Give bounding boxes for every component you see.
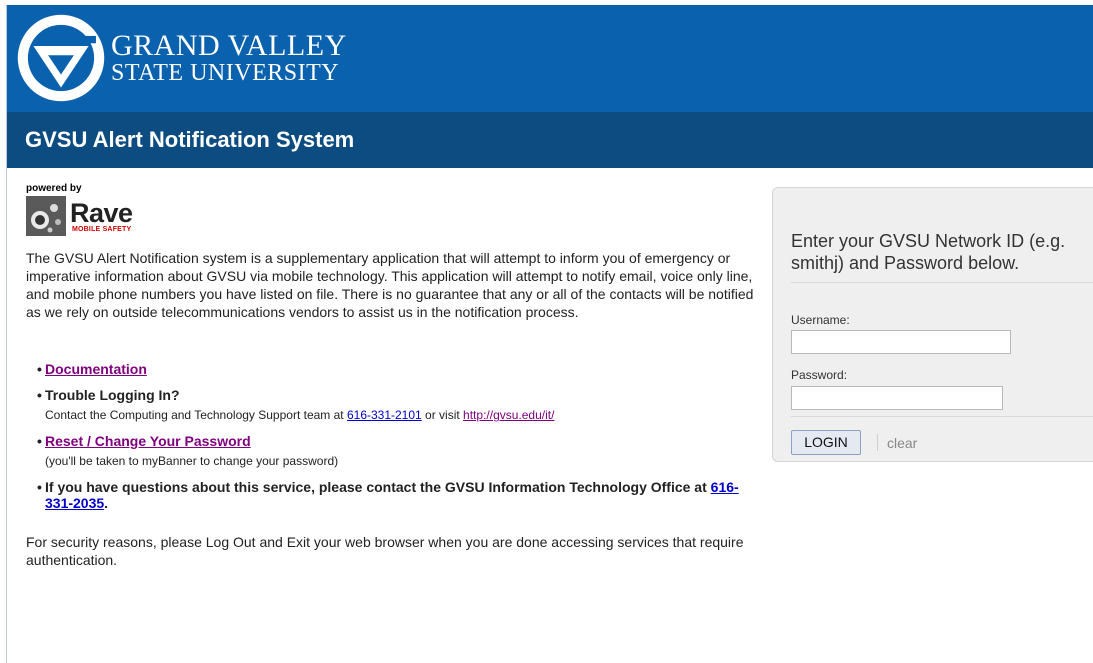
- gvsu-logo-mark-icon: [17, 14, 105, 102]
- list-item-reset: Reset / Change Your Password (you'll be …: [26, 433, 756, 469]
- intro-text: The GVSU Alert Notification system is a …: [26, 250, 754, 320]
- rave-wordmark: Rave MOBILE SAFETY: [70, 197, 133, 233]
- login-prompt: Enter your GVSU Network ID (e.g. smithj)…: [791, 231, 1066, 273]
- trouble-text-mid: or visit: [421, 408, 464, 422]
- username-input[interactable]: [791, 330, 1011, 354]
- trouble-text: Contact the Computing and Technology Sup…: [45, 407, 756, 423]
- rave-brand: Rave: [70, 197, 133, 228]
- login-panel: Enter your GVSU Network ID (e.g. smithj)…: [772, 187, 1093, 462]
- password-input[interactable]: [791, 386, 1003, 410]
- trouble-text-before: Contact the Computing and Technology Sup…: [45, 408, 347, 422]
- it-website-link[interactable]: http://gvsu.edu/it/: [463, 408, 554, 422]
- gvsu-logo[interactable]: GRAND VALLEY STATE UNIVERSITY: [15, 13, 347, 103]
- questions-text-end: .: [104, 495, 109, 511]
- rave-logo: Rave MOBILE SAFETY: [26, 196, 756, 236]
- page-title: GVSU Alert Notification System: [25, 127, 355, 152]
- reset-note: (you'll be taken to myBanner to change y…: [45, 454, 339, 468]
- button-separator: [877, 434, 878, 451]
- header: GRAND VALLEY STATE UNIVERSITY: [7, 5, 1093, 112]
- list-item-trouble: Trouble Logging In? Contact the Computin…: [26, 387, 756, 423]
- clear-link[interactable]: clear: [887, 435, 917, 451]
- divider: [791, 416, 1093, 417]
- security-footer-text: For security reasons, please Log Out and…: [26, 534, 744, 568]
- login-button[interactable]: LOGIN: [791, 430, 861, 455]
- logo-line-2: STATE UNIVERSITY: [111, 60, 340, 86]
- list-item-documentation: Documentation: [26, 361, 756, 377]
- help-links-list: Documentation Trouble Logging In? Contac…: [26, 361, 756, 511]
- rave-logo-icon: [26, 196, 66, 236]
- title-bar: GVSU Alert Notification System: [7, 112, 1093, 168]
- reset-password-link[interactable]: Reset / Change Your Password: [45, 433, 251, 449]
- divider: [791, 282, 1093, 283]
- main-content: powered by Rave MOBILE SAFETY The GVSU A…: [26, 183, 756, 569]
- logo-line-1: GRAND VALLEY: [111, 29, 347, 62]
- page: GRAND VALLEY STATE UNIVERSITY GVSU Alert…: [6, 5, 1093, 663]
- username-label: Username:: [791, 313, 850, 327]
- trouble-heading: Trouble Logging In?: [45, 387, 180, 403]
- questions-text-main: If you have questions about this service…: [45, 479, 711, 495]
- password-label: Password:: [791, 368, 848, 382]
- rave-tagline: MOBILE SAFETY: [72, 225, 132, 233]
- logo-wordmark: GRAND VALLEY STATE UNIVERSITY: [111, 29, 347, 86]
- powered-by-label: powered by: [26, 183, 82, 194]
- list-item-questions: If you have questions about this service…: [26, 479, 756, 511]
- support-phone-link[interactable]: 616-331-2101: [347, 408, 422, 422]
- documentation-link[interactable]: Documentation: [45, 361, 147, 377]
- questions-text: If you have questions about this service…: [45, 479, 739, 511]
